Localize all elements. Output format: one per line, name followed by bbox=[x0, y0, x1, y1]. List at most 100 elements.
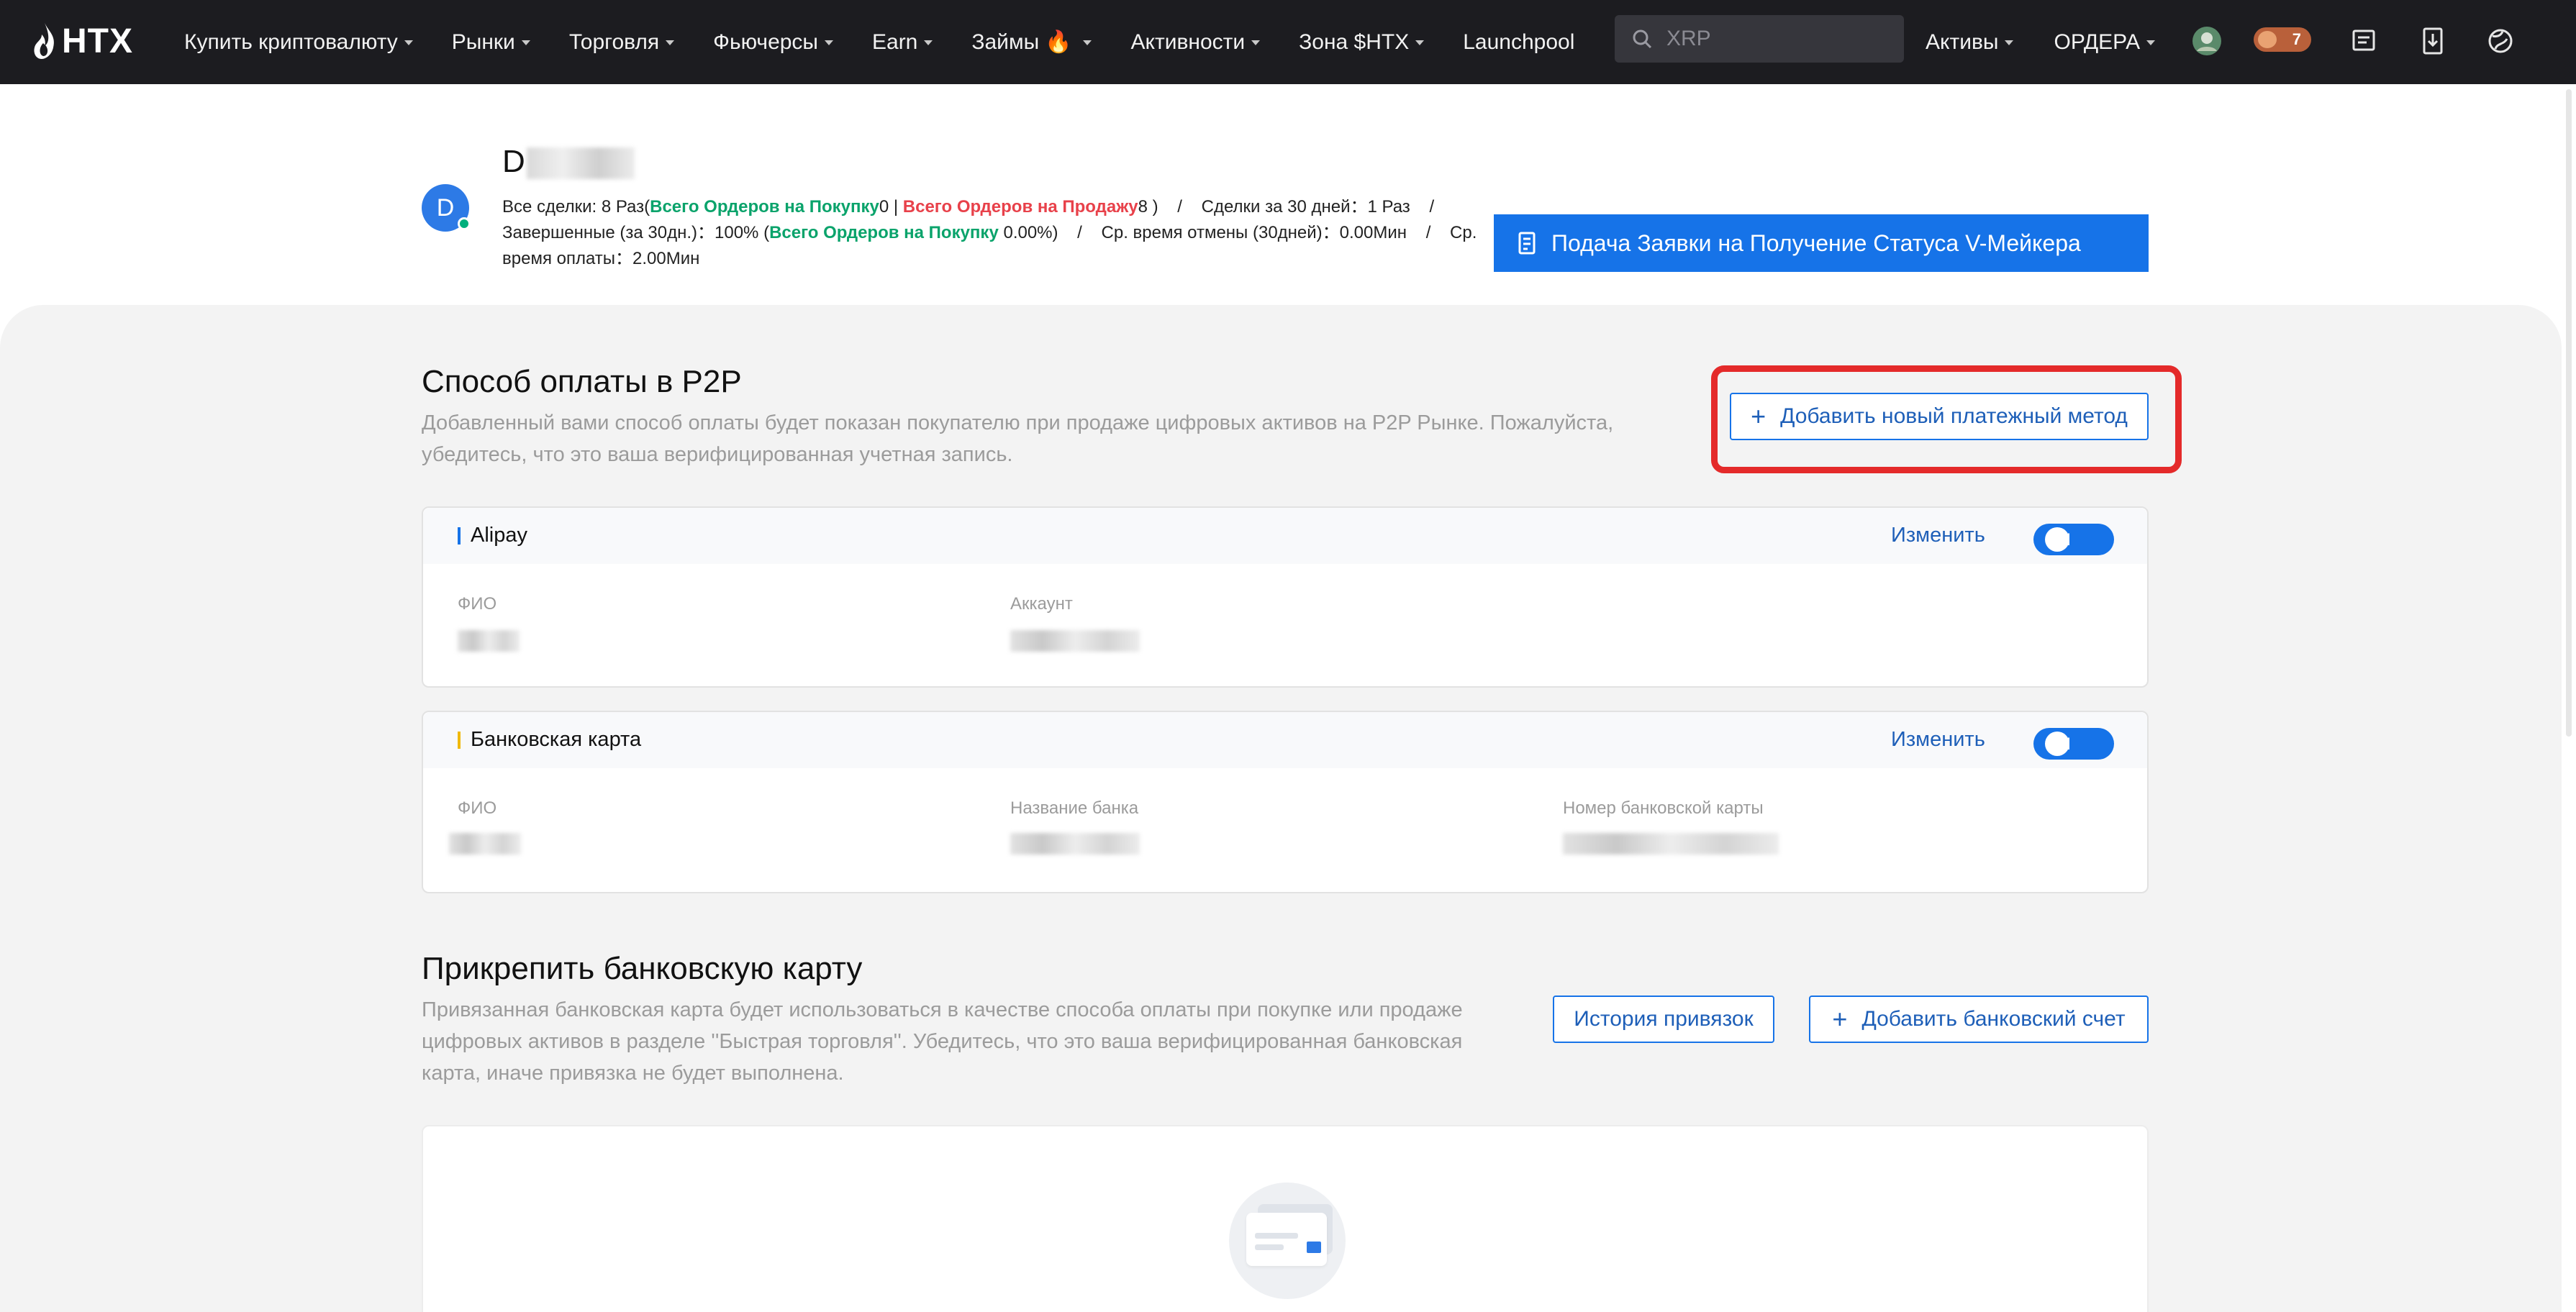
chevron-down-icon bbox=[1415, 40, 1425, 45]
menu-launchpool[interactable]: Launchpool bbox=[1463, 30, 1574, 55]
stat-buy-orders-label: Всего Ордеров на Покупку bbox=[650, 197, 879, 217]
card-title-text: Банковская карта bbox=[471, 728, 642, 751]
menu-label: Рынки bbox=[451, 29, 515, 54]
search-input[interactable] bbox=[1666, 27, 1882, 51]
bank-desc-line: Привязанная банковская карта будет испол… bbox=[422, 998, 1463, 1021]
htx-logo[interactable]: HTX bbox=[32, 17, 133, 65]
rewards-badge[interactable]: 7 bbox=[2254, 27, 2311, 52]
highlight-annotation bbox=[1711, 365, 2182, 473]
user-avatar: D bbox=[422, 184, 471, 232]
bank-link-description: Привязанная банковская карта будет испол… bbox=[422, 994, 1463, 1089]
accent-bar bbox=[458, 731, 461, 749]
chevron-down-icon bbox=[924, 40, 933, 45]
blurred-value bbox=[449, 833, 521, 855]
divider: / bbox=[1429, 197, 1435, 217]
field-label: Аккаунт bbox=[1010, 594, 1073, 614]
menu-trade[interactable]: Торговля bbox=[568, 29, 675, 55]
menu-label: Earn bbox=[872, 29, 918, 54]
stat-completed-buy-label: Всего Ордеров на Покупку bbox=[769, 223, 999, 242]
binding-history-button[interactable]: История привязок bbox=[1553, 996, 1774, 1043]
edit-link[interactable]: Изменить bbox=[1891, 728, 1985, 752]
field-label: Номер банковской карты bbox=[1563, 798, 1764, 818]
blurred-value bbox=[1563, 833, 1779, 855]
htx-flame-icon bbox=[34, 23, 54, 59]
menu-htx-zone[interactable]: Зона $HTX bbox=[1299, 29, 1425, 55]
vmaker-apply-button[interactable]: Подача Заявки на Получение Статуса V-Мей… bbox=[1494, 214, 2149, 272]
bank-desc-line: цифровых активов в разделе ''Быстрая тор… bbox=[422, 1030, 1463, 1053]
globe-icon[interactable] bbox=[2482, 23, 2518, 59]
menu-orders[interactable]: ОРДЕРА bbox=[2054, 29, 2156, 55]
avatar-letter: D bbox=[436, 193, 455, 222]
search-icon bbox=[1633, 29, 1652, 49]
menu-label: Купить криптовалюту bbox=[184, 29, 398, 54]
toggle-switch[interactable]: ON bbox=[2033, 728, 2114, 760]
bank-card-illustration-icon bbox=[1229, 1183, 1346, 1299]
p2p-description: Добавленный вами способ оплаты будет пок… bbox=[422, 407, 1613, 470]
card-header: Банковская карта Изменить ON bbox=[423, 712, 2147, 768]
menu-markets[interactable]: Рынки bbox=[452, 30, 530, 55]
menu-earn[interactable]: Earn bbox=[872, 30, 933, 55]
search-box[interactable] bbox=[1615, 15, 1904, 63]
stat-completed: Завершенные (за 30дн.)：100% ( bbox=[502, 223, 770, 242]
chevron-down-icon bbox=[666, 40, 675, 45]
menu-buy-crypto[interactable]: Купить криптовалюту bbox=[184, 30, 413, 55]
menu-assets[interactable]: Активы bbox=[1926, 29, 2014, 55]
binding-history-label: История привязок bbox=[1574, 1007, 1754, 1031]
p2p-desc-line: убедитесь, что это ваша верифицированная… bbox=[422, 443, 1013, 466]
chevron-down-icon bbox=[1251, 40, 1261, 45]
bank-link-title: Прикрепить банковскую карту bbox=[422, 951, 863, 986]
menu-label: Торговля bbox=[568, 29, 660, 54]
payment-card-bank: Банковская карта Изменить ON ФИО Названи… bbox=[422, 711, 2149, 893]
online-status-dot bbox=[458, 217, 471, 230]
chevron-down-icon bbox=[1083, 40, 1092, 45]
p2p-title: Способ оплаты в P2P bbox=[422, 364, 742, 399]
rewards-count: 7 bbox=[2292, 30, 2301, 48]
edit-link[interactable]: Изменить bbox=[1891, 524, 1985, 547]
menu-label: Launchpool bbox=[1463, 29, 1575, 54]
stat-buy-orders-value: 0 | bbox=[879, 197, 903, 217]
blurred-value bbox=[1010, 833, 1140, 855]
divider: / bbox=[1077, 223, 1082, 242]
card-front bbox=[1246, 1213, 1327, 1266]
bank-desc-line: карта, иначе привязка не будет выполнена… bbox=[422, 1062, 844, 1085]
download-icon[interactable] bbox=[2415, 23, 2451, 59]
avatar-icon[interactable] bbox=[2189, 23, 2225, 59]
payment-card-alipay: Alipay Изменить ON ФИО Аккаунт bbox=[422, 506, 2149, 688]
chevron-down-icon bbox=[825, 40, 833, 45]
fire-icon: 🔥 bbox=[1045, 30, 1072, 54]
chevron-down-icon bbox=[2146, 40, 2156, 45]
accent-bar bbox=[458, 527, 461, 545]
menu-activities[interactable]: Активности bbox=[1130, 29, 1261, 55]
menu-futures[interactable]: Фьючерсы bbox=[713, 30, 833, 55]
user-name-text: D bbox=[502, 144, 525, 179]
blurred-value bbox=[1010, 630, 1140, 652]
p2p-desc-line: Добавленный вами способ оплаты будет пок… bbox=[422, 411, 1614, 434]
menu-label: Займы bbox=[971, 29, 1040, 54]
field-label: Название банка bbox=[1010, 798, 1139, 818]
stat-all-deals: Все сделки: 8 Раз( bbox=[502, 197, 650, 217]
menu-loans[interactable]: Займы 🔥 bbox=[971, 29, 1092, 55]
scrollbar-thumb[interactable] bbox=[2566, 89, 2572, 737]
bank-cards-empty-state bbox=[422, 1125, 2149, 1312]
card-title: Alipay bbox=[458, 524, 527, 547]
menu-label: Фьючерсы bbox=[713, 29, 818, 54]
messages-icon[interactable] bbox=[2346, 23, 2382, 59]
field-label: ФИО bbox=[458, 594, 497, 614]
menu-label: Активы bbox=[1926, 29, 1999, 54]
stat-avg-cancel: Ср. время отмены (30дней)：0.00Мин bbox=[1101, 223, 1407, 242]
card-stripe bbox=[1255, 1244, 1284, 1250]
add-bank-account-button[interactable]: + Добавить банковский счет bbox=[1809, 996, 2149, 1043]
right-nav: Активы ОРДЕРА bbox=[1926, 0, 2156, 84]
blurred-name bbox=[526, 147, 635, 180]
chevron-down-icon bbox=[521, 40, 530, 45]
menu-label: Активности bbox=[1130, 29, 1246, 54]
card-stripe bbox=[1255, 1233, 1298, 1239]
toggle-switch[interactable]: ON bbox=[2033, 524, 2114, 555]
chevron-down-icon bbox=[404, 40, 413, 45]
menu-label: Зона $HTX bbox=[1299, 29, 1410, 54]
card-chip bbox=[1307, 1242, 1321, 1253]
card-title-text: Alipay bbox=[471, 524, 527, 547]
rewards-icon bbox=[2258, 31, 2277, 48]
logo-text: HTX bbox=[62, 22, 133, 60]
menu-label: ОРДЕРА bbox=[2054, 29, 2141, 54]
